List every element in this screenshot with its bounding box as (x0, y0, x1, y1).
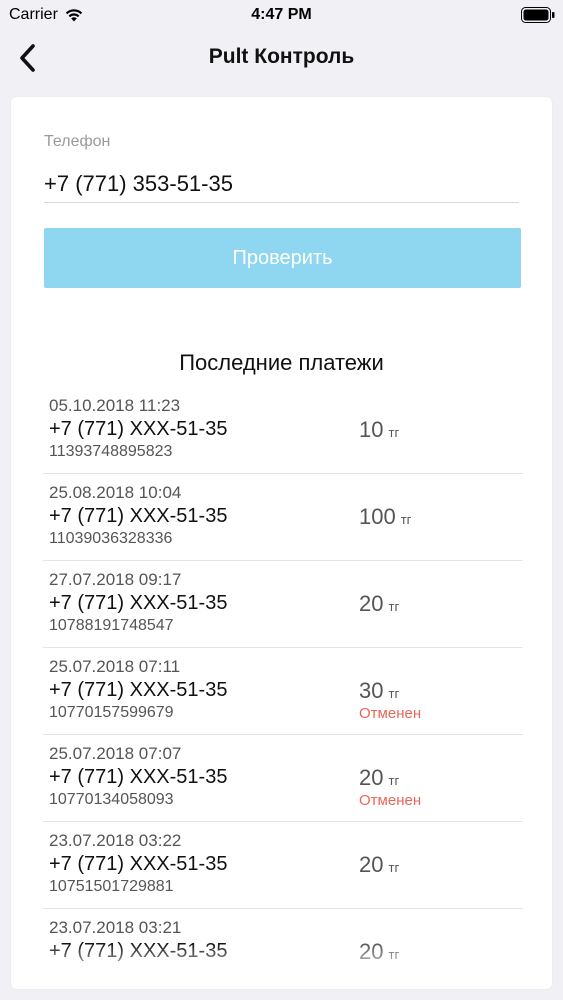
payment-amount: 20 тг (359, 852, 399, 878)
payment-phone: +7 (771) XXX-51-35 (49, 766, 228, 788)
payment-id: 10770134058093 (49, 791, 174, 808)
phone-label: Телефон (44, 133, 111, 150)
status-time: 4:47 PM (251, 6, 312, 23)
payment-date: 25.08.2018 10:04 (49, 483, 182, 502)
payment-date: 05.10.2018 11:23 (49, 396, 181, 415)
battery-icon (521, 7, 555, 23)
payment-row[interactable]: 25.07.2018 07:07 +7 (771) XXX-51-35 107701… (43, 735, 523, 822)
payment-row[interactable]: 25.08.2018 10:04 +7 (771) XXX-51-35 110390… (43, 474, 523, 561)
payment-id: 11393748895823 (49, 443, 173, 460)
payment-row[interactable]: 27.07.2018 09:17 +7 (771) XXX-51-35 107881… (43, 561, 523, 648)
payment-currency: тг (388, 425, 400, 440)
payment-date: 27.07.2018 09:17 (49, 570, 182, 589)
payment-amount: 30 тг (359, 678, 399, 704)
payment-currency: тг (400, 512, 412, 527)
payment-amount: 100 тг (359, 504, 411, 530)
check-button[interactable]: Проверить (44, 228, 521, 288)
payment-amount-value: 30 (359, 678, 384, 703)
content-card: Телефон Проверить Последние платежи 05.1… (11, 97, 552, 989)
payment-id: 10770157599679 (49, 704, 174, 721)
payment-amount-value: 20 (359, 765, 384, 790)
payments-list: 05.10.2018 11:23 +7 (771) XXX-51-35 113937… (11, 387, 552, 989)
payment-date: 25.07.2018 07:11 (49, 657, 181, 676)
payment-phone: +7 (771) XXX-51-35 (49, 592, 228, 614)
recent-payments-title: Последние платежи (179, 350, 384, 375)
payment-amount-value: 100 (359, 504, 396, 529)
payment-status: Отменен (359, 705, 422, 722)
payment-date: 23.07.2018 03:21 (49, 918, 182, 937)
payment-phone: +7 (771) XXX-51-35 (49, 418, 228, 440)
payment-currency: тг (388, 686, 400, 701)
payment-currency: тг (388, 599, 400, 614)
payment-status: Отменен (359, 792, 422, 809)
payment-amount: 10 тг (359, 417, 399, 443)
payment-amount-value: 20 (359, 852, 384, 877)
navigation-bar: Pult Контроль (0, 30, 563, 86)
payment-phone: +7 (771) XXX-51-35 (49, 853, 228, 875)
payment-currency: тг (388, 860, 400, 875)
payment-amount: 20 тг (359, 591, 399, 617)
payment-id: 10788191748547 (49, 617, 174, 634)
payment-row[interactable]: 25.07.2018 07:11 +7 (771) XXX-51-35 107701… (43, 648, 523, 735)
payment-amount-value: 10 (359, 417, 384, 442)
payment-row[interactable]: 05.10.2018 11:23 +7 (771) XXX-51-35 113937… (43, 387, 523, 474)
payment-id: 11039036328336 (49, 530, 173, 547)
payment-date: 25.07.2018 07:07 (49, 744, 182, 763)
payment-phone: +7 (771) XXX-51-35 (49, 505, 228, 527)
phone-input[interactable] (44, 165, 519, 203)
payment-id: 10751501729881 (49, 878, 174, 895)
page-title: Pult Контроль (208, 45, 355, 68)
payment-date: 23.07.2018 03:22 (49, 831, 182, 850)
payment-amount: 20 тг (359, 765, 399, 791)
status-bar: Carrier 4:47 PM (0, 0, 563, 30)
payment-currency: тг (388, 773, 400, 788)
scroll-fade (11, 943, 552, 989)
payment-phone: +7 (771) XXX-51-35 (49, 679, 228, 701)
payment-amount-value: 20 (359, 591, 384, 616)
payment-row[interactable]: 23.07.2018 03:22 +7 (771) XXX-51-35 107515… (43, 822, 523, 909)
